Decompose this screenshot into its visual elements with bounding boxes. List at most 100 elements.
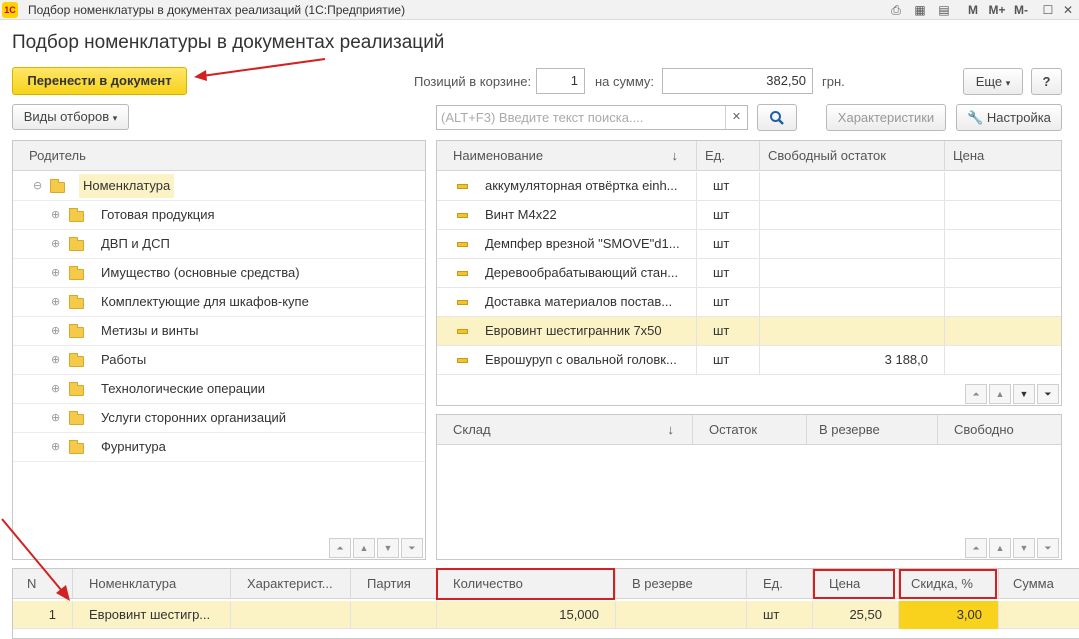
cart-cell-price[interactable]: 25,50 [813,601,899,629]
product-row[interactable]: Демпфер врезной "SMOVE"d1... шт [437,230,1061,259]
product-cell-unit: шт [697,172,760,200]
tree-item[interactable]: ⊕ Имущество (основные средства) [13,259,425,288]
spreadsheet-icon[interactable]: ▦ [912,2,928,18]
close-icon[interactable]: ✕ [1060,2,1076,18]
expand-icon[interactable]: ⊕ [51,353,60,366]
products-col-unit[interactable]: Ед. [697,141,760,171]
transfer-to-document-button[interactable]: Перенести в документ [12,67,187,95]
window-title: Подбор номенклатуры в документах реализа… [28,3,406,17]
scroll-down-icon[interactable]: ▼ [1013,538,1035,558]
search-button[interactable] [757,104,797,131]
cart-cell-qty[interactable]: 15,000 [437,601,616,629]
product-row[interactable]: Винт М4х22 шт [437,201,1061,230]
cart-col-reserve[interactable]: В резерве [616,569,747,599]
sort-down-icon: ↓ [667,422,675,437]
tree-item[interactable]: ⊕ Услуги сторонних организаций [13,404,425,433]
scroll-top-icon[interactable]: ⏶ [329,538,351,558]
tree-item[interactable]: ⊕ Готовая продукция [13,201,425,230]
filter-types-button[interactable]: Виды отборов ▾ [12,104,129,130]
search-input[interactable]: (ALT+F3) Введите текст поиска.... ✕ [436,105,748,130]
search-placeholder: (ALT+F3) Введите текст поиска.... [441,110,644,125]
products-col-price[interactable]: Цена [945,141,1061,171]
product-cell-name: Евровинт шестигранник 7х50 [437,317,697,345]
chevron-down-icon: ▾ [112,113,118,123]
product-cell-free: 3 188,0 [760,346,945,374]
memory-button[interactable]: M [965,2,981,18]
product-row[interactable]: Деревообрабатывающий стан... шт [437,259,1061,288]
product-cell-name: Демпфер врезной "SMOVE"d1... [437,230,697,258]
folder-icon [50,179,65,193]
sum-field[interactable]: 382,50 [662,68,813,94]
memory-plus-button[interactable]: M+ [986,2,1008,18]
cart-col-name[interactable]: Номенклатура [73,569,231,599]
product-row[interactable]: Евровинт шестигранник 7х50 шт [437,317,1061,346]
maximize-icon[interactable]: ☐ [1040,2,1056,18]
products-col-free[interactable]: Свободный остаток [760,141,945,171]
expand-icon[interactable]: ⊕ [51,440,60,453]
tree-item[interactable]: ⊕ ДВП и ДСП [13,230,425,259]
warehouse-col-balance[interactable]: Остаток [693,415,807,445]
warehouse-col-reserve[interactable]: В резерве [807,415,938,445]
characteristics-button[interactable]: Характеристики [826,104,946,131]
scroll-bottom-icon[interactable]: ⏷ [401,538,423,558]
scroll-bottom-icon[interactable]: ⏷ [1037,538,1059,558]
expand-icon[interactable]: ⊕ [51,266,60,279]
warehouse-col-free[interactable]: Свободно [938,415,1061,445]
tree-item[interactable]: ⊕ Фурнитура [13,433,425,462]
help-button[interactable]: ? [1031,68,1062,95]
annotation-arrow-top [194,58,326,81]
product-cell-price [945,259,1061,287]
expand-icon[interactable]: ⊕ [51,208,60,221]
product-row[interactable]: Еврошуруп с овальной головк... шт 3 188,0 [437,346,1061,375]
expand-icon[interactable]: ⊕ [51,411,60,424]
highlight-discount [899,569,997,599]
expand-icon[interactable]: ⊕ [51,237,60,250]
product-row[interactable]: Доставка материалов постав... шт [437,288,1061,317]
tree-root-row[interactable]: ⊖ Номенклатура [13,172,425,201]
scroll-up-icon[interactable]: ▲ [989,384,1011,404]
positions-count-field[interactable]: 1 [536,68,585,94]
folder-icon [69,295,84,309]
cart-col-unit[interactable]: Ед. [747,569,813,599]
memory-minus-button[interactable]: M- [1011,2,1031,18]
highlight-price [813,569,895,599]
cart-col-char[interactable]: Характерист... [231,569,351,599]
cart-col-sum[interactable]: Сумма [999,569,1079,599]
product-cell-free [760,259,945,287]
tree-item-label: Технологические операции [101,381,265,396]
warehouse-col-store-label: Склад [453,422,491,437]
cart-cell-batch[interactable] [351,601,437,629]
scroll-top-icon[interactable]: ⏶ [965,538,987,558]
tree-item[interactable]: ⊕ Работы [13,346,425,375]
scroll-down-icon[interactable]: ▼ [377,538,399,558]
cart-cell-char[interactable] [231,601,351,629]
settings-button[interactable]: 🔧 Настройка [956,104,1062,131]
settings-label: Настройка [986,110,1051,125]
calendar-icon[interactable]: ▤ [936,2,952,18]
scroll-top-icon[interactable]: ⏶ [965,384,987,404]
more-button[interactable]: Еще ▾ [963,68,1023,95]
collapse-icon[interactable]: ⊖ [33,179,42,192]
cart-col-batch[interactable]: Партия [351,569,437,599]
product-row[interactable]: аккумуляторная отвёртка einh... шт [437,172,1061,201]
expand-icon[interactable]: ⊕ [51,382,60,395]
scroll-bottom-icon[interactable]: ⏷ [1037,384,1059,404]
cart-cell-n: 1 [13,601,73,629]
warehouse-col-store[interactable]: Склад ↓ [437,415,693,445]
products-col-name[interactable]: Наименование ↓ [437,141,697,171]
cart-cell-discount[interactable]: 3,00 [899,601,999,629]
scroll-up-icon[interactable]: ▲ [353,538,375,558]
scroll-down-icon[interactable]: ▼ [1013,384,1035,404]
tree-item[interactable]: ⊕ Технологические операции [13,375,425,404]
tree-header-parent[interactable]: Родитель [21,141,421,171]
print-icon[interactable]: ⎙ [888,2,904,18]
cart-row[interactable]: 1 Евровинт шестигр... 15,000 шт 25,50 3,… [13,601,1079,629]
expand-icon[interactable]: ⊕ [51,295,60,308]
product-cell-free [760,317,945,345]
cart-cell-name[interactable]: Евровинт шестигр... [73,601,231,629]
scroll-up-icon[interactable]: ▲ [989,538,1011,558]
clear-search-icon[interactable]: ✕ [725,106,747,129]
tree-item[interactable]: ⊕ Метизы и винты [13,317,425,346]
tree-item[interactable]: ⊕ Комплектующие для шкафов-купе [13,288,425,317]
expand-icon[interactable]: ⊕ [51,324,60,337]
